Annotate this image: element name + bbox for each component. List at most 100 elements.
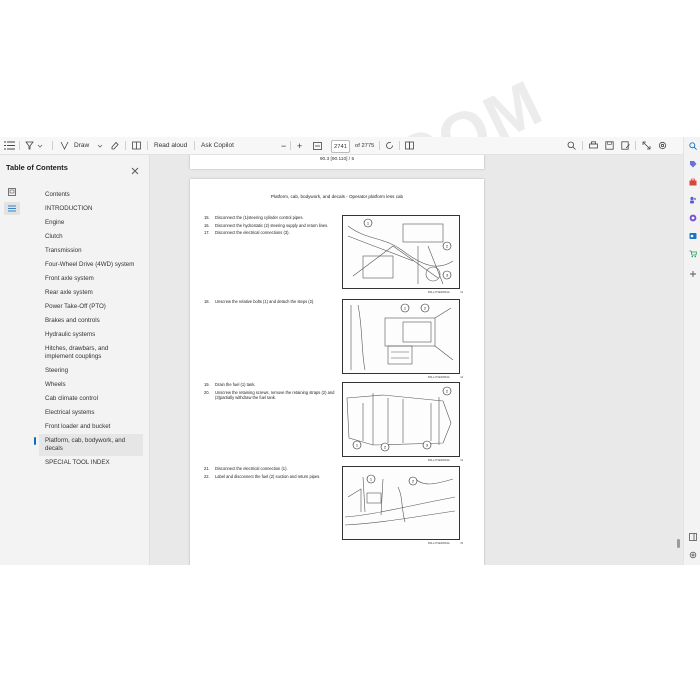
figure-illustration: 12 bbox=[342, 299, 460, 374]
toc-item[interactable]: Hitches, drawbars, and implement couplin… bbox=[39, 342, 143, 364]
toc-item[interactable]: SPECIAL TOOL INDEX bbox=[39, 456, 143, 470]
toc-item[interactable]: Rear axle system bbox=[39, 286, 143, 300]
figure-caption: BSLL17SE00063A 14 bbox=[428, 459, 464, 462]
toc-item[interactable]: INTRODUCTION bbox=[39, 202, 143, 216]
step-item: 21. Disconnect the electrical connection … bbox=[204, 466, 288, 471]
toc-toggle-button[interactable] bbox=[4, 137, 15, 154]
step-item: 15. Disconnect the (1)steering cylinder c… bbox=[204, 215, 304, 220]
thumbnail-icon bbox=[8, 187, 16, 196]
sidebar-shopping-button[interactable] bbox=[688, 159, 697, 168]
print-button[interactable] bbox=[589, 137, 598, 154]
toc-item[interactable]: Front loader and bucket bbox=[39, 420, 143, 434]
toc-item[interactable]: Wheels bbox=[39, 378, 143, 392]
step-item: 22. Label and disconnect the fuel (2) suc… bbox=[204, 473, 321, 479]
rotate-icon bbox=[386, 142, 393, 149]
toc-item[interactable]: Front axle system bbox=[39, 272, 143, 286]
toc-list-icon bbox=[4, 141, 15, 150]
page-view-button[interactable] bbox=[132, 137, 141, 154]
panel-icon bbox=[688, 532, 697, 541]
search-icon bbox=[567, 141, 576, 150]
close-toc-button[interactable] bbox=[131, 162, 139, 180]
fuel-pipes-drawing: 12 bbox=[344, 474, 456, 526]
close-icon bbox=[131, 167, 139, 175]
sidebar-settings-button[interactable] bbox=[688, 550, 697, 559]
toolbar: Draw Read aloud Ask Copilot − + 2741 of … bbox=[0, 137, 683, 155]
divider bbox=[147, 141, 148, 150]
sidebar-add-button[interactable] bbox=[688, 269, 697, 278]
toc-item[interactable]: Platform, cab, bodywork, and decals bbox=[34, 434, 143, 456]
save-as-button[interactable] bbox=[621, 137, 630, 154]
chevron-down-icon bbox=[37, 144, 43, 148]
toc-item[interactable]: Hydraulic systems bbox=[39, 328, 143, 342]
sidebar-games-button[interactable] bbox=[688, 249, 697, 258]
sidebar-profile-button[interactable] bbox=[688, 195, 697, 204]
toolbox-icon bbox=[689, 178, 696, 185]
step-item: 18. Unscrew the relative bolts (1) and de… bbox=[204, 299, 315, 304]
ask-copilot-button[interactable]: Ask Copilot bbox=[201, 137, 234, 154]
two-page-button[interactable] bbox=[405, 137, 414, 154]
step-item: 20. Unscrew the retaining screws, remove … bbox=[204, 389, 335, 400]
toc-item[interactable]: Cab climate control bbox=[39, 392, 143, 406]
fit-width-icon bbox=[313, 141, 322, 150]
toc-list: Contents INTRODUCTION Engine Clutch Transmis… bbox=[34, 188, 143, 470]
settings-button[interactable] bbox=[658, 137, 667, 154]
chevron-down-icon bbox=[97, 144, 103, 148]
book-icon bbox=[132, 141, 141, 150]
divider bbox=[582, 141, 583, 150]
sidebar-layout-button[interactable] bbox=[688, 532, 697, 541]
page-number-input[interactable]: 2741 bbox=[331, 140, 350, 153]
people-icon bbox=[689, 196, 696, 203]
step-item: 17. Disconnect the electrical connections… bbox=[204, 230, 290, 236]
toc-item[interactable]: Power Take-Off (PTO) bbox=[39, 300, 143, 314]
toc-item[interactable]: Transmission bbox=[39, 244, 143, 258]
toc-item[interactable]: Contents bbox=[39, 188, 143, 202]
fullscreen-button[interactable] bbox=[642, 137, 651, 154]
toc-item[interactable]: Engine bbox=[39, 216, 143, 230]
highlight-button[interactable] bbox=[25, 137, 43, 154]
toc-panel: Table of Contents Contents INTRODUCTION En… bbox=[0, 155, 150, 565]
step-item: 16. Disconnect the hydrostatic (2) steeri… bbox=[204, 222, 329, 228]
figure-caption: BSLL17SE00061A 12 bbox=[428, 291, 464, 294]
toc-item[interactable]: Steering bbox=[39, 364, 143, 378]
browser-sidebar bbox=[683, 137, 700, 565]
rotate-button[interactable] bbox=[385, 137, 394, 154]
figure-caption: BSLL17SE00064A 15 bbox=[428, 542, 464, 545]
toc-item[interactable]: Clutch bbox=[39, 230, 143, 244]
sidebar-tools-button[interactable] bbox=[688, 177, 697, 186]
step-group: 19. Drain the fuel (1) tank. 20. Unscrew t… bbox=[204, 382, 336, 402]
list-icon bbox=[8, 205, 16, 212]
divider bbox=[379, 141, 380, 150]
page-header: Platform, cab, bodywork, and decals - Op… bbox=[270, 194, 404, 199]
document-viewer[interactable]: 90.3 [90.110] / 5 Platform, cab, bodywor… bbox=[150, 155, 683, 565]
plus-icon bbox=[689, 270, 696, 277]
zoom-in-button[interactable]: + bbox=[297, 137, 302, 154]
page-footer: 90.3 [90.110] / 5 bbox=[319, 157, 355, 162]
fit-page-button[interactable] bbox=[313, 137, 322, 154]
read-aloud-button[interactable]: Read aloud bbox=[154, 137, 187, 154]
thumbnails-button[interactable] bbox=[4, 185, 20, 198]
divider bbox=[399, 141, 400, 150]
zoom-out-button[interactable]: − bbox=[281, 137, 286, 154]
sidebar-copilot-button[interactable] bbox=[688, 213, 697, 222]
pages-icon bbox=[405, 141, 414, 150]
search-button[interactable] bbox=[567, 137, 576, 154]
toc-item[interactable]: Brakes and controls bbox=[39, 314, 143, 328]
toc-item[interactable]: Four-Wheel Drive (4WD) system bbox=[39, 258, 143, 272]
sidebar-search-button[interactable] bbox=[688, 141, 697, 150]
highlighter-icon bbox=[25, 141, 34, 150]
save-button[interactable] bbox=[605, 137, 614, 154]
save-icon bbox=[605, 141, 614, 150]
sidebar-outlook-button[interactable] bbox=[688, 231, 697, 240]
divider bbox=[194, 141, 195, 150]
draw-button[interactable]: Draw bbox=[60, 137, 103, 154]
draw-label: Draw bbox=[74, 142, 90, 149]
outline-button[interactable] bbox=[4, 202, 20, 215]
eraser-button[interactable] bbox=[110, 137, 119, 154]
toc-item[interactable]: Electrical systems bbox=[39, 406, 143, 420]
outlook-icon bbox=[689, 232, 696, 239]
search-icon bbox=[688, 141, 697, 150]
divider bbox=[19, 141, 20, 150]
divider bbox=[290, 141, 291, 150]
vertical-scrollbar[interactable] bbox=[677, 539, 680, 548]
toc-title: Table of Contents bbox=[6, 163, 68, 172]
